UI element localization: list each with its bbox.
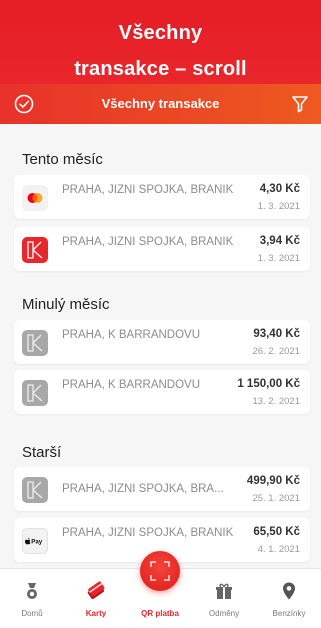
tab-qr-payment[interactable]: QR platba [128,551,192,628]
app-header: Všechny transakce [0,84,321,124]
page-title: Všechny transakce [101,96,220,111]
tab-label: QR platba [141,609,179,618]
filter-icon[interactable] [291,94,309,114]
transaction-place: PRAHA, JIŽNÍ SPOJKA, BRANÍK [62,236,234,248]
transaction-row[interactable]: PRAHA, JIŽNÍ SPOJKA, BRANÍK 4,30 Kč 1. 3… [14,175,310,219]
transaction-place: PRAHA, K BARRANDOVU [62,379,201,391]
section-title-last-month: Minulý měsíc [22,296,110,313]
apple-pay-logo: Pay [22,528,48,554]
transaction-place: PRAHA, K BARRANDOVU [62,329,201,341]
section-title-older: Starší [22,444,62,461]
tab-rewards[interactable]: Odměny [192,569,256,628]
transaction-date: 1. 3. 2021 [257,253,300,264]
location-pin-icon [283,582,295,600]
transaction-amount: 499,90 Kč [246,475,300,487]
transaction-amount: 3,94 Kč [259,235,300,247]
transaction-row[interactable]: PRAHA, JIŽNÍ SPOJKA, BRA... 499,90 Kč 25… [14,467,310,511]
kp-gray-logo [22,477,48,503]
transaction-date: 25. 1. 2021 [252,493,300,504]
tab-label: Domů [21,609,43,618]
tab-label: Benzínky [272,609,306,618]
transaction-place: PRAHA, JIŽNÍ SPOJKA, BRANÍK [62,184,234,196]
transaction-row[interactable]: PRAHA, K BARRANDOVU 1 150,00 Kč 13. 2. 2… [14,370,310,414]
kp-gray-logo [22,380,48,406]
tab-gas-stations[interactable]: Benzínky [257,569,321,628]
section-title-this-month: Tento měsíc [22,151,103,168]
qr-payment-button[interactable] [140,551,180,591]
qr-scan-icon [150,561,170,581]
banner-line-1: Všechny [118,22,203,44]
kp-gray-logo [22,330,48,356]
transaction-place: PRAHA, JIŽNÍ SPOJKA, BRANÍK [62,527,234,539]
apple-pay-text: Pay [31,539,43,546]
transaction-date: 13. 2. 2021 [252,396,300,407]
mastercard-logo [22,185,48,211]
transaction-date: 26. 2. 2021 [252,346,300,357]
medal-icon [27,583,37,599]
caption-banner: Všechny transakce – scroll [0,0,321,84]
transaction-date: 1. 3. 2021 [257,201,300,212]
cards-icon [87,581,105,600]
tab-cards[interactable]: Karty [64,569,128,628]
tab-label: Odměny [208,609,240,618]
transaction-row[interactable]: PRAHA, K BARRANDOVU 93,40 Kč 26. 2. 2021 [14,320,310,364]
kp-red-logo [22,237,48,263]
bottom-tab-bar: Domů Karty QR platba Odměny Benzínky [0,551,321,628]
transaction-list[interactable]: Tento měsíc PRAHA, JIŽNÍ SPOJKA, BRANÍK … [0,124,321,568]
tab-home[interactable]: Domů [0,569,64,628]
tab-label: Karty [85,609,107,618]
transaction-amount: 1 150,00 Kč [237,378,300,390]
transaction-amount: 4,30 Kč [259,183,300,195]
transaction-amount: 65,50 Kč [253,526,300,538]
transaction-amount: 93,40 Kč [253,328,300,340]
transaction-place: PRAHA, JIŽNÍ SPOJKA, BRA... [62,483,224,495]
gift-icon [216,583,232,599]
transaction-row[interactable]: PRAHA, JIŽNÍ SPOJKA, BRANÍK 3,94 Kč 1. 3… [14,227,310,271]
banner-line-2: transakce – scroll [74,58,247,80]
transaction-date: 4. 1. 2021 [257,544,300,555]
